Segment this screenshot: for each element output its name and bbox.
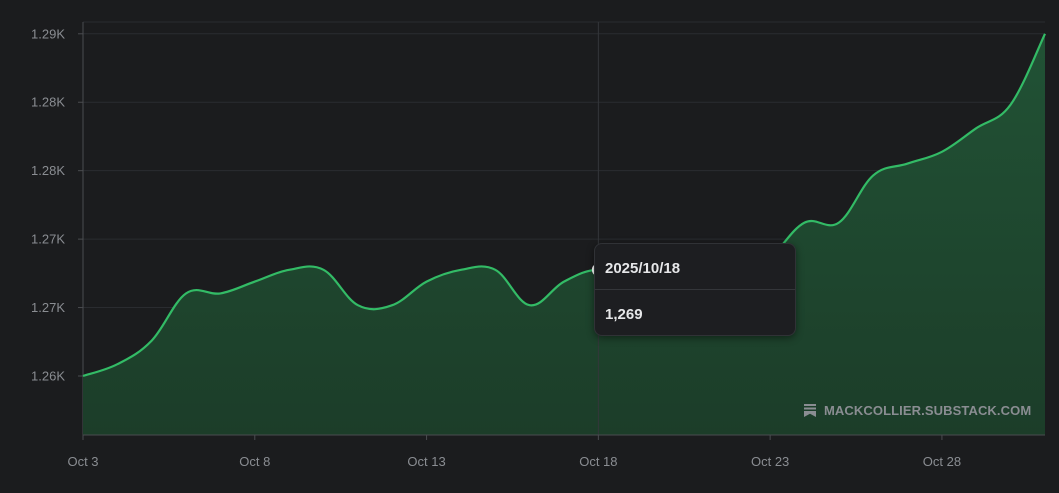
y-tick-label: 1.28K [31, 95, 65, 110]
tooltip-date: 2025/10/18 [605, 260, 681, 277]
y-tick-label: 1.26K [31, 369, 65, 384]
watermark: MACKCOLLIER.SUBSTACK.COM [804, 403, 1031, 418]
area-chart: 1.26K1.27K1.27K1.28K1.28K1.29K Oct 3 Oct … [31, 21, 1046, 469]
x-tick-label: Oct 23 [751, 454, 789, 469]
x-tick-label: Oct 28 [923, 454, 961, 469]
bookmark-icon [804, 404, 816, 417]
tooltip-value: 1,269 [605, 306, 643, 323]
y-tick-label: 1.28K [31, 163, 65, 178]
watermark-text: MACKCOLLIER.SUBSTACK.COM [824, 403, 1032, 418]
y-tick-label: 1.27K [31, 232, 65, 247]
x-tick-label: Oct 3 [67, 454, 98, 469]
y-tick-label: 1.29K [31, 26, 65, 41]
x-tick-label: Oct 8 [239, 454, 270, 469]
x-tick-label: Oct 18 [579, 454, 617, 469]
series-area [83, 33, 1045, 436]
tooltip: 2025/10/18 1,269 [594, 243, 796, 336]
x-tick-label: Oct 13 [407, 454, 445, 469]
tooltip-divider [595, 289, 795, 290]
x-axis: Oct 3 Oct 8 Oct 13 Oct 18 Oct 23 Oct 28 [67, 435, 961, 469]
y-axis: 1.26K 1.27K 1.27K 1.28K 1.28K 1.29K [31, 22, 84, 435]
y-tick-label: 1.27K [31, 300, 65, 315]
